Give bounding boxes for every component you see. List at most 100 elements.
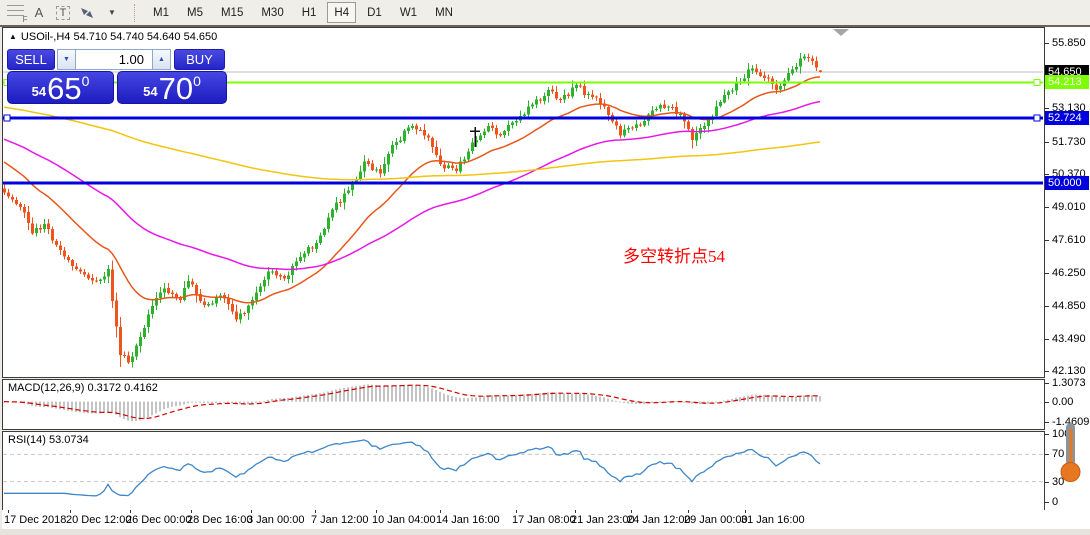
candlestick: [363, 161, 366, 172]
macd-bar: [443, 393, 445, 402]
macd-bar: [567, 393, 569, 402]
candlestick: [559, 98, 562, 100]
macd-bar: [55, 401, 57, 409]
macd-bar: [715, 401, 717, 403]
timeframe-w1[interactable]: W1: [393, 2, 424, 23]
volume-input[interactable]: [76, 49, 152, 70]
timeframe-d1[interactable]: D1: [360, 2, 389, 23]
macd-bar: [387, 385, 389, 402]
macd-bar: [579, 393, 581, 402]
candle-wick: [96, 277, 97, 283]
hline-handle[interactable]: [1033, 78, 1041, 87]
candlestick: [127, 355, 130, 363]
annotation-text[interactable]: 多空转折点54: [623, 242, 725, 267]
candlestick: [227, 298, 230, 305]
candlestick: [411, 125, 414, 128]
arrows-dropdown[interactable]: ▼: [101, 3, 123, 23]
candlestick: [715, 106, 718, 116]
macd-bar: [779, 396, 781, 402]
macd-bar: [147, 401, 149, 418]
timeframe-mn[interactable]: MN: [428, 2, 460, 23]
candlestick: [479, 135, 482, 140]
candlestick: [115, 300, 118, 327]
macd-bar: [331, 390, 333, 402]
buy-price-display[interactable]: 54 70 0: [117, 71, 227, 104]
candlestick: [651, 110, 654, 115]
timeframe-m1[interactable]: M1: [146, 2, 176, 23]
macd-bar: [459, 397, 461, 402]
time-axis-tick-mark: [631, 510, 632, 513]
macd-bar: [327, 391, 329, 402]
candle-wick: [312, 246, 313, 252]
price-axis-tick: 42.130: [1052, 365, 1086, 378]
candlestick: [567, 94, 570, 96]
sell-price-pip: 0: [81, 73, 90, 89]
macd-bar: [675, 401, 677, 403]
candlestick: [359, 171, 362, 180]
buy-button[interactable]: BUY: [174, 49, 225, 70]
rsi-axis-tick-mark: [1045, 502, 1049, 503]
macd-bar: [227, 401, 229, 403]
macd-bar: [307, 394, 309, 402]
candlestick: [731, 90, 734, 92]
timeframe-m30[interactable]: M30: [254, 2, 290, 23]
macd-bar: [67, 401, 69, 411]
macd-bar: [643, 401, 645, 404]
price-axis-tick-mark: [1045, 141, 1049, 143]
macd-bar: [615, 400, 617, 402]
candlestick: [487, 125, 490, 132]
volume-decrease-button[interactable]: ▼: [57, 49, 76, 70]
fibonacci-tool[interactable]: F: [4, 3, 28, 24]
macd-bar: [599, 396, 601, 402]
candlestick: [543, 96, 546, 101]
time-axis-label: 17 Dec 2018: [4, 514, 67, 526]
collapse-panel-icon[interactable]: ▲: [9, 32, 17, 41]
macd-bar: [187, 401, 189, 404]
macd-bar: [811, 395, 813, 402]
candlestick: [19, 203, 22, 207]
candlestick: [563, 95, 566, 100]
candlestick: [367, 161, 370, 164]
candlestick: [815, 61, 818, 68]
timeframe-h1[interactable]: H1: [295, 2, 324, 23]
candlestick: [51, 229, 54, 241]
macd-bar: [215, 401, 217, 403]
candlestick: [71, 259, 74, 267]
timeframe-m15[interactable]: M15: [214, 2, 250, 23]
macd-bar: [595, 395, 597, 402]
text-tool[interactable]: A: [28, 3, 50, 23]
hline-handle[interactable]: [1033, 114, 1041, 122]
candlestick: [375, 169, 378, 171]
time-axis-label: 24 Jan 12:00: [627, 514, 691, 526]
macd-bar: [483, 396, 485, 402]
candlestick: [443, 164, 446, 169]
macd-bar: [163, 401, 165, 410]
text-label-tool[interactable]: T: [52, 3, 74, 23]
candlestick: [143, 327, 146, 337]
candlestick: [435, 147, 438, 155]
time-axis-label: 21 Jan 23:00: [571, 514, 635, 526]
rsi-axis-tick-mark: [1045, 481, 1049, 483]
macd-bar: [427, 387, 429, 402]
candlestick: [171, 292, 174, 294]
candlestick: [383, 164, 386, 174]
arrows-tool[interactable]: [76, 3, 98, 23]
candlestick: [59, 245, 62, 250]
candlestick: [587, 94, 590, 96]
candlestick: [131, 356, 134, 362]
macd-bar: [99, 401, 101, 414]
time-axis-tick-mark: [745, 510, 746, 513]
timeframe-m5[interactable]: M5: [180, 2, 210, 23]
candlestick: [203, 301, 206, 305]
time-axis-tick-mark: [70, 510, 71, 513]
sell-button[interactable]: SELL: [7, 49, 55, 70]
timeframe-h4[interactable]: H4: [327, 2, 357, 23]
macd-bar: [339, 388, 341, 402]
candlestick: [767, 77, 770, 79]
hline-handle[interactable]: [3, 114, 11, 122]
sell-price-display[interactable]: 54 65 0: [7, 71, 114, 104]
macd-bar: [683, 401, 685, 403]
volume-increase-button[interactable]: ▲: [152, 49, 171, 70]
candlestick: [159, 292, 162, 298]
bottom-strip: [0, 529, 1090, 535]
